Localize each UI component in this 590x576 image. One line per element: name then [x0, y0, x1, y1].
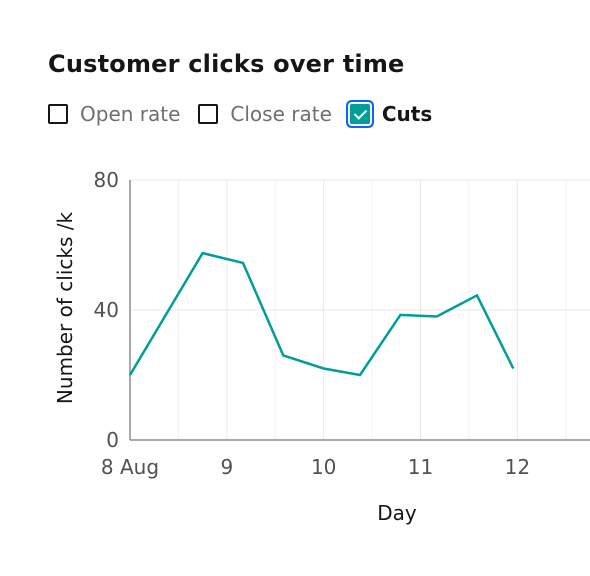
x-tick-label: 11 — [408, 455, 433, 479]
line-chart: 0 40 80 8 Aug 9 10 11 12 Day Number of clicks /… — [53, 168, 590, 525]
y-tick-label: 40 — [94, 298, 119, 322]
y-tick-label: 0 — [106, 428, 119, 452]
chart-series — [128, 251, 515, 377]
y-axis-label: Number of clicks /k — [53, 212, 77, 405]
x-tick-label: 8 Aug — [101, 455, 159, 479]
series-line-cuts — [128, 251, 515, 377]
x-tick-label: 12 — [505, 455, 530, 479]
y-tick-label: 80 — [94, 168, 119, 192]
x-tick-label: 9 — [220, 455, 233, 479]
chart-grid — [129, 179, 590, 441]
x-axis-label: Day — [377, 501, 417, 525]
x-tick-label: 10 — [311, 455, 336, 479]
chart-tick-labels: 0 40 80 8 Aug 9 10 11 12 — [94, 168, 531, 479]
